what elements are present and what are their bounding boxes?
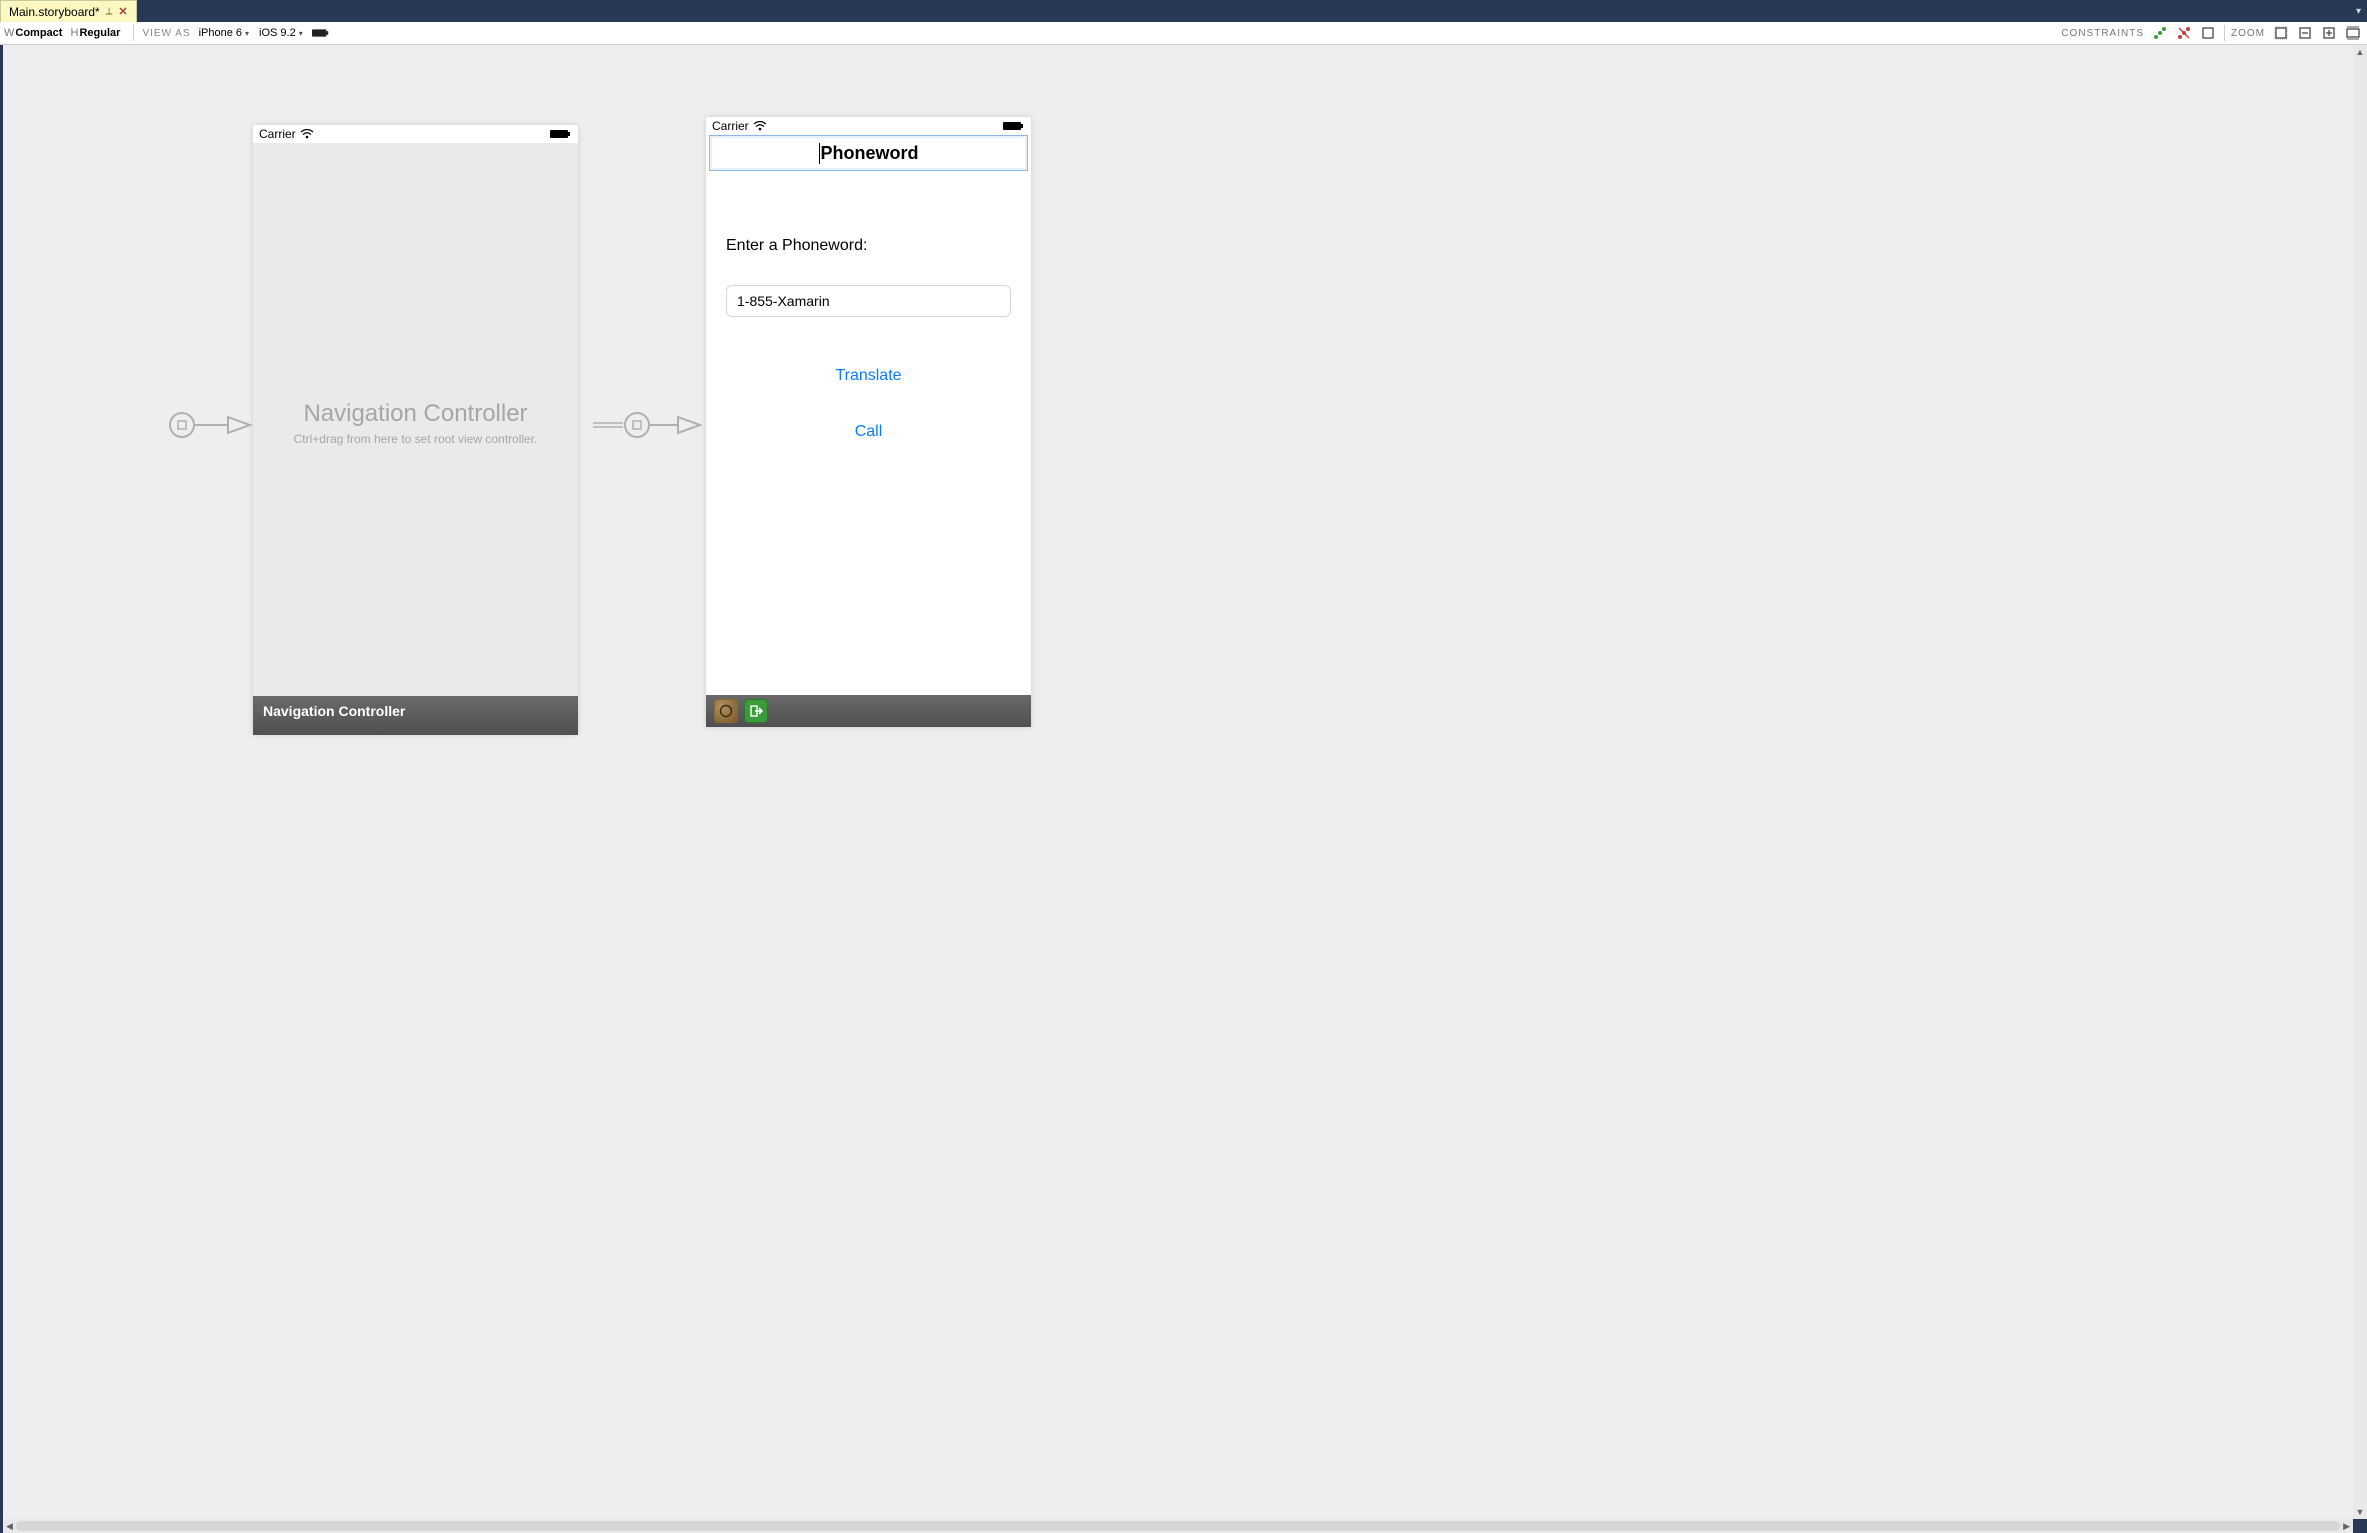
chevron-down-icon: ▾ [245, 29, 249, 38]
designer-canvas-outer: Carrier Navigation Controller Ctrl+drag … [0, 45, 2367, 1533]
call-button[interactable]: Call [726, 423, 1011, 441]
phoneword-textfield[interactable]: 1-855-Xamarin [726, 285, 1011, 317]
pin-icon[interactable]: ⟂ [106, 6, 113, 17]
orientation-icon[interactable] [311, 23, 331, 43]
nav-controller-title: Navigation Controller [303, 400, 527, 428]
vertical-scrollbar[interactable]: ▲ ▼ [2353, 45, 2367, 1519]
ios-version-value: iOS 9.2 [259, 27, 296, 39]
navigation-bar[interactable]: Phoneword [709, 135, 1028, 171]
close-icon[interactable]: ✕ [118, 5, 127, 18]
entry-point-segue[interactable] [168, 405, 253, 445]
constraints-add-icon[interactable] [2150, 23, 2170, 43]
scroll-right-icon[interactable]: ▶ [2340, 1521, 2353, 1532]
toolbar-separator [133, 25, 134, 41]
enter-phoneword-label[interactable]: Enter a Phoneword: [726, 237, 1011, 255]
root-view-segue[interactable] [593, 405, 703, 445]
scene-dock[interactable] [706, 695, 1031, 727]
ios-version-dropdown[interactable]: iOS 9.2 ▾ [257, 27, 305, 39]
exit-icon[interactable] [744, 699, 768, 723]
scene-footer-label[interactable]: Navigation Controller [253, 696, 578, 735]
scroll-thumb[interactable] [16, 1521, 2340, 1531]
scroll-left-icon[interactable]: ◀ [3, 1521, 16, 1532]
navigation-bar-title[interactable]: Phoneword [819, 143, 919, 164]
sizeclass-indicator[interactable]: WCompact HRegular [4, 27, 125, 39]
constraints-remove-icon[interactable] [2174, 23, 2194, 43]
constraints-label: CONSTRAINTS [2061, 28, 2144, 39]
status-bar: Carrier [706, 117, 1031, 135]
zoom-fit-icon[interactable] [2343, 23, 2363, 43]
zoom-label: ZOOM [2231, 28, 2265, 39]
document-tab-title: Main.storyboard* [9, 5, 100, 19]
translate-button[interactable]: Translate [726, 367, 1011, 385]
designer-canvas[interactable]: Carrier Navigation Controller Ctrl+drag … [3, 45, 2364, 1519]
horizontal-scrollbar[interactable]: ◀ ▶ [3, 1519, 2353, 1533]
carrier-label: Carrier [712, 119, 749, 133]
toolbar-separator [2224, 25, 2225, 41]
tabstrip-overflow[interactable]: ▾ [2350, 0, 2367, 22]
battery-icon [550, 129, 572, 139]
device-dropdown[interactable]: iPhone 6 ▾ [197, 27, 251, 39]
wifi-icon [753, 121, 767, 131]
document-tab[interactable]: Main.storyboard* ⟂ ✕ [0, 0, 137, 22]
status-bar: Carrier [253, 125, 578, 143]
wifi-icon [300, 129, 314, 139]
zoom-reset-icon[interactable] [2271, 23, 2291, 43]
document-tabstrip: Main.storyboard* ⟂ ✕ ▾ [0, 0, 2367, 22]
navigation-controller-scene[interactable]: Carrier Navigation Controller Ctrl+drag … [253, 125, 578, 735]
battery-icon [1003, 121, 1025, 131]
carrier-label: Carrier [259, 127, 296, 141]
device-dropdown-value: iPhone 6 [199, 27, 242, 39]
nav-controller-body: Navigation Controller Ctrl+drag from her… [253, 143, 578, 703]
zoom-out-icon[interactable] [2295, 23, 2315, 43]
view-controller-icon[interactable] [714, 699, 738, 723]
chevron-down-icon: ▾ [2356, 6, 2361, 17]
chevron-down-icon: ▾ [299, 29, 303, 38]
designer-toolbar: WCompact HRegular VIEW AS iPhone 6 ▾ iOS… [0, 22, 2367, 45]
nav-controller-subtitle: Ctrl+drag from here to set root view con… [294, 432, 538, 446]
constraints-frame-icon[interactable] [2198, 23, 2218, 43]
viewas-label: VIEW AS [142, 28, 190, 39]
phoneword-scene[interactable]: Carrier Phoneword Enter a Phone [706, 117, 1031, 727]
phoneword-view: Enter a Phoneword: 1-855-Xamarin Transla… [706, 177, 1031, 695]
scroll-down-icon[interactable]: ▼ [2356, 1505, 2365, 1519]
zoom-in-icon[interactable] [2319, 23, 2339, 43]
scroll-up-icon[interactable]: ▲ [2356, 45, 2365, 59]
